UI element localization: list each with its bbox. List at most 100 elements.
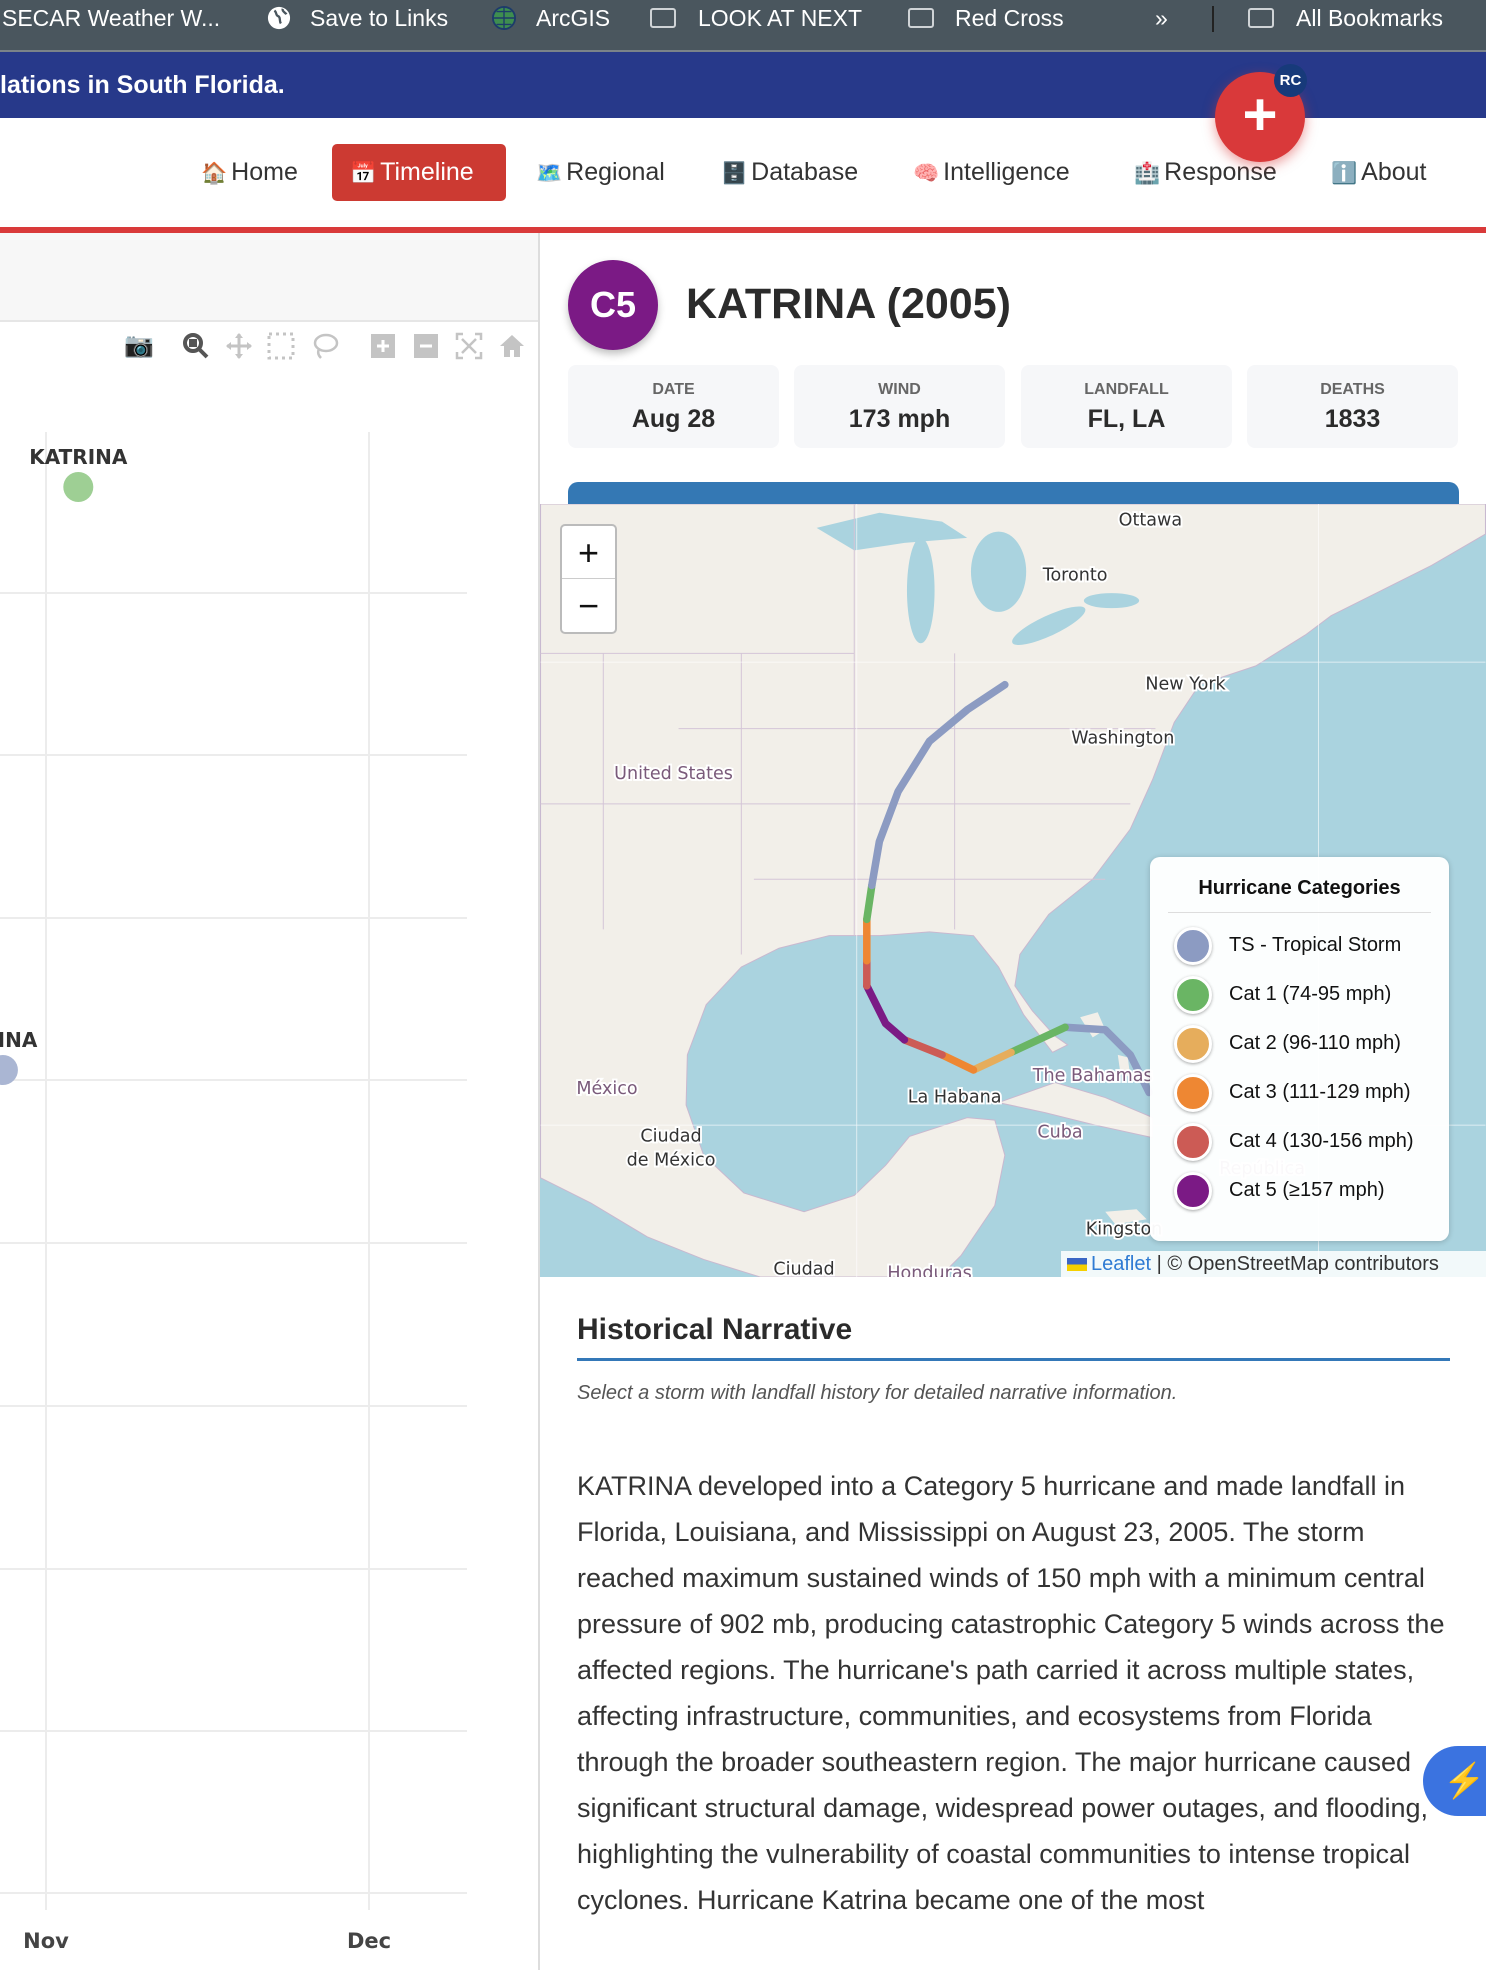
bookmark-label: All Bookmarks [1296, 5, 1443, 31]
stat-value: 1833 [1324, 405, 1381, 433]
map-zoom-control: + − [560, 524, 617, 634]
legend-label: Cat 1 (74-95 mph) [1229, 983, 1392, 1005]
autoscale-icon[interactable] [455, 332, 483, 360]
lasso-icon[interactable] [311, 332, 339, 360]
nav-label: About [1361, 158, 1427, 186]
info-icon: ℹ️ [1331, 162, 1358, 185]
folder-icon [1248, 8, 1274, 28]
map-label: Cuba [1037, 1123, 1082, 1143]
nav-label: Home [231, 158, 298, 186]
legend-swatch [1174, 1024, 1212, 1063]
pan-icon[interactable] [225, 332, 253, 360]
bookmark-label: LOOK AT NEXT [698, 5, 863, 31]
stat-landfall: LANDFALL FL, LA [1021, 365, 1232, 448]
zoom-in-icon[interactable] [369, 332, 397, 360]
legend-title: Hurricane Categories [1168, 877, 1431, 913]
bookmark-secar[interactable]: SECAR Weather W... [2, 0, 220, 52]
stat-label: WIND [878, 381, 921, 398]
map-label: de México [627, 1150, 716, 1170]
zoom-icon[interactable] [182, 332, 210, 360]
rc-badge: RC [1274, 64, 1307, 97]
x-tick-label: Nov [23, 1929, 69, 1953]
nav-intelligence[interactable]: 🧠 Intelligence [905, 144, 1078, 201]
folder-icon [650, 8, 676, 28]
lake-ontario [1083, 593, 1140, 609]
map-label: Toronto [1042, 566, 1108, 586]
legend-item-cat3: Cat 3 (111-129 mph) [1150, 1068, 1449, 1117]
nav-timeline[interactable]: 📅 Timeline [332, 144, 506, 201]
map-attribution: Leaflet | © OpenStreetMap contributors [1061, 1251, 1486, 1277]
legend-swatch [1174, 1073, 1212, 1112]
zoom-out-button[interactable]: − [562, 579, 615, 632]
globe-icon [267, 6, 291, 30]
arcgis-globe-icon [492, 6, 516, 30]
narrative-note: Select a storm with landfall history for… [577, 1382, 1178, 1404]
zoom-in-button[interactable]: + [562, 526, 615, 579]
stat-label: DEATHS [1320, 381, 1385, 398]
track-segment[interactable] [938, 1051, 978, 1074]
stat-value: 173 mph [848, 405, 951, 433]
map-label: Washington [1071, 729, 1174, 749]
data-point[interactable] [63, 472, 94, 502]
map-label: Ottawa [1119, 510, 1182, 530]
nav-regional[interactable]: 🗺️ Regional [528, 144, 673, 201]
map-label: United States [614, 764, 733, 784]
legend-item-cat2: Cat 2 (96-110 mph) [1150, 1019, 1449, 1068]
bookmark-save-to-links[interactable]: Save to Links [310, 0, 448, 52]
bookmark-label: SECAR Weather W... [2, 5, 221, 31]
map-label: The Bahamas [1032, 1066, 1153, 1086]
camera-icon[interactable]: 📷 [124, 332, 154, 360]
track-segment[interactable] [863, 982, 909, 1044]
timeline-chart: Nov Dec KATRINA TRINA [0, 432, 467, 1953]
folder-icon [908, 8, 934, 28]
point-label: KATRINA [29, 445, 128, 469]
bookmark-folder-red-cross[interactable]: Red Cross [955, 0, 1064, 52]
box-select-icon[interactable] [267, 332, 295, 360]
map-label: Ciudad [773, 1259, 834, 1277]
legend-label: Cat 3 (111-129 mph) [1229, 1081, 1411, 1103]
bookmark-arcgis[interactable]: ArcGIS [536, 0, 610, 52]
divider [1212, 6, 1214, 32]
legend-label: Cat 5 (≥157 mph) [1229, 1179, 1385, 1201]
bookmark-all-bookmarks[interactable]: All Bookmarks [1296, 0, 1443, 52]
lightning-icon: ⚡ [1443, 1762, 1486, 1800]
timeline-header [0, 233, 538, 322]
map-legend: Hurricane Categories TS - Tropical Storm… [1150, 857, 1449, 1241]
bookmarks-bar: SECAR Weather W... Save to Links ArcGIS … [0, 0, 1486, 52]
map-label: Ciudad [640, 1126, 701, 1146]
track-segment[interactable] [900, 1036, 946, 1059]
nav-label: Response [1164, 158, 1277, 186]
map-icon: 🗺️ [536, 162, 563, 185]
nav-label: Database [751, 158, 859, 186]
osm-attribution[interactable]: © OpenStreetMap contributors [1167, 1253, 1439, 1275]
nav-home[interactable]: 🏠 Home [193, 144, 306, 201]
quick-action-button[interactable]: ⚡ [1423, 1746, 1486, 1816]
legend-label: Cat 4 (130-156 mph) [1229, 1130, 1414, 1152]
map-label: Honduras [887, 1263, 971, 1277]
heading-underline [577, 1358, 1450, 1361]
leaflet-link[interactable]: Leaflet [1091, 1253, 1151, 1275]
track-segment[interactable] [969, 1048, 1015, 1074]
nav-label: Regional [566, 158, 665, 186]
map-label: La Habana [908, 1088, 1002, 1108]
x-tick-label: Dec [347, 1929, 391, 1953]
narrative-heading: Historical Narrative [577, 1313, 853, 1346]
bookmark-folder-look-at-next[interactable]: LOOK AT NEXT [698, 0, 862, 52]
nav-about[interactable]: ℹ️ About [1323, 144, 1435, 201]
legend-label: TS - Tropical Storm [1229, 934, 1402, 956]
stat-value: FL, LA [1087, 405, 1166, 433]
bookmarks-overflow-button[interactable]: » [1155, 0, 1168, 52]
track-segment[interactable] [863, 881, 876, 924]
lake-michigan [906, 537, 935, 644]
map-label: México [576, 1079, 637, 1099]
legend-swatch [1174, 1122, 1212, 1161]
legend-swatch [1174, 975, 1212, 1014]
separator: | [1156, 1253, 1162, 1275]
legend-label: Cat 2 (96-110 mph) [1229, 1032, 1401, 1054]
category-badge: C5 [568, 260, 658, 350]
legend-item-ts: TS - Tropical Storm [1150, 921, 1449, 970]
nav-database[interactable]: 🗄️ Database [713, 144, 866, 201]
zoom-out-icon[interactable] [412, 332, 440, 360]
stat-deaths: DEATHS 1833 [1247, 365, 1458, 448]
reset-home-icon[interactable] [498, 332, 526, 360]
